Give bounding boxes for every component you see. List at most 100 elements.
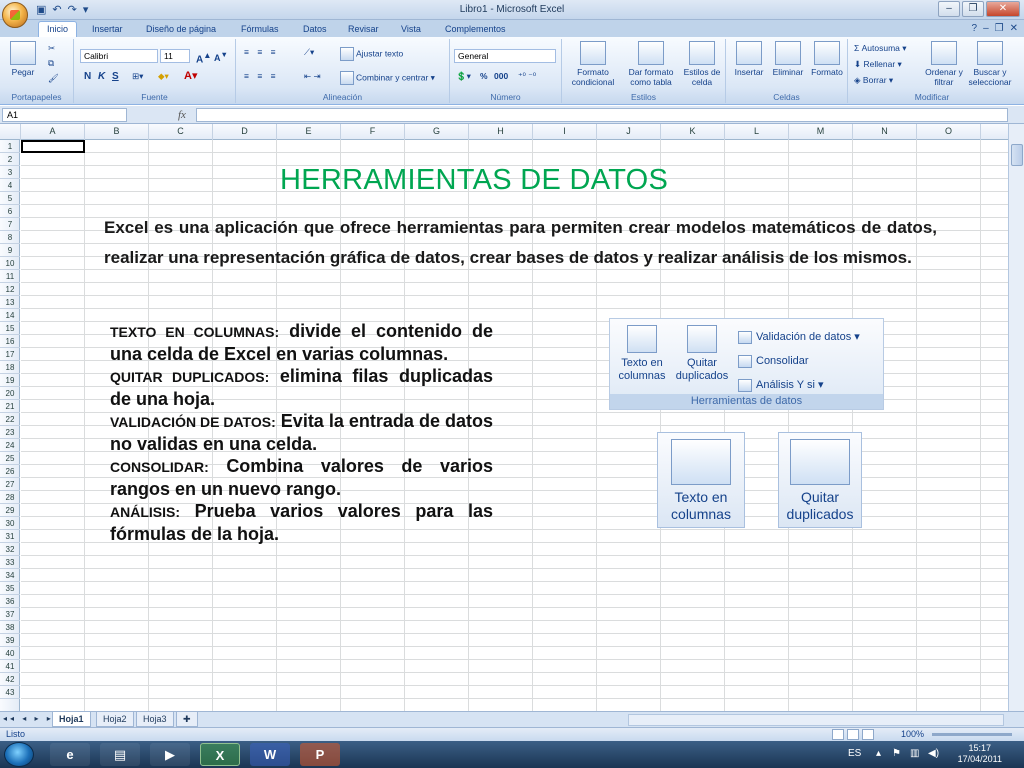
row-header[interactable]: 11 — [0, 270, 20, 283]
row-header[interactable]: 35 — [0, 582, 20, 595]
row-header[interactable]: 29 — [0, 504, 20, 517]
row-header[interactable]: 43 — [0, 686, 20, 699]
show-hidden-icons-icon[interactable]: ▴ — [876, 748, 881, 759]
row-header[interactable]: 2 — [0, 153, 20, 166]
font-size-select[interactable]: 11 — [160, 49, 190, 63]
row-header[interactable]: 7 — [0, 218, 20, 231]
row-header[interactable]: 13 — [0, 296, 20, 309]
format-cells-button[interactable]: Formato — [808, 41, 846, 77]
cut-icon[interactable]: ✂ — [48, 43, 55, 54]
row-header[interactable]: 38 — [0, 621, 20, 634]
wrap-text-button[interactable]: Ajustar texto — [340, 47, 403, 61]
row-header[interactable]: 3 — [0, 166, 20, 179]
row-header[interactable]: 30 — [0, 517, 20, 530]
column-header[interactable]: I — [533, 124, 597, 140]
column-header[interactable]: D — [213, 124, 277, 140]
fill-color-icon[interactable]: ◆▾ — [158, 71, 169, 82]
consolidate-button[interactable]: Consolidar — [738, 349, 860, 373]
column-header[interactable]: H — [469, 124, 533, 140]
excel-taskbar-icon[interactable]: X — [200, 743, 240, 766]
maximize-button[interactable]: ❐ — [962, 1, 984, 17]
column-header[interactable]: L — [725, 124, 789, 140]
tab-formulas[interactable]: Fórmulas — [233, 22, 287, 36]
data-validation-button[interactable]: Validación de datos ▾ — [738, 325, 860, 349]
close-button[interactable]: ✕ — [986, 1, 1020, 17]
insert-cells-button[interactable]: Insertar — [730, 41, 768, 77]
ribbon-restore-icon[interactable]: ❐ — [995, 23, 1004, 34]
select-all-corner[interactable] — [0, 124, 21, 140]
italic-button[interactable]: K — [98, 71, 105, 82]
text-to-columns-button[interactable]: Texto en columnas — [614, 325, 670, 383]
ribbon-close-icon[interactable]: ✕ — [1010, 23, 1018, 34]
row-header[interactable]: 27 — [0, 478, 20, 491]
font-color-icon[interactable]: A▾ — [184, 69, 197, 82]
column-header[interactable]: F — [341, 124, 405, 140]
volume-icon[interactable]: ◀) — [928, 748, 939, 759]
row-header[interactable]: 4 — [0, 179, 20, 192]
ie-icon[interactable]: e — [50, 743, 90, 766]
row-header[interactable]: 8 — [0, 231, 20, 244]
vertical-scrollbar[interactable] — [1008, 124, 1024, 712]
row-header[interactable]: 26 — [0, 465, 20, 478]
tab-insertar[interactable]: Insertar — [84, 22, 131, 36]
row-header[interactable]: 33 — [0, 556, 20, 569]
row-header[interactable]: 9 — [0, 244, 20, 257]
clock[interactable]: 15:17 17/04/2011 — [958, 743, 1002, 765]
row-header[interactable]: 15 — [0, 322, 20, 335]
row-header[interactable]: 41 — [0, 660, 20, 673]
language-indicator[interactable]: ES — [848, 748, 861, 759]
column-header[interactable]: J — [597, 124, 661, 140]
row-header[interactable]: 6 — [0, 205, 20, 218]
autosum-button[interactable]: Σ Autosuma ▾ — [854, 43, 907, 54]
delete-cells-button[interactable]: Eliminar — [768, 41, 808, 77]
borders-icon[interactable]: ⊞▾ — [132, 71, 143, 82]
column-header[interactable]: G — [405, 124, 469, 140]
row-header[interactable]: 5 — [0, 192, 20, 205]
remove-duplicates-button[interactable]: Quitar duplicados — [672, 325, 732, 383]
row-header[interactable]: 42 — [0, 673, 20, 686]
tab-inicio[interactable]: Inicio — [38, 21, 78, 37]
column-header[interactable]: O — [917, 124, 981, 140]
shrink-font-icon[interactable]: A▼ — [214, 50, 228, 63]
page-break-view-icon[interactable] — [862, 729, 874, 740]
grow-font-icon[interactable]: A▲ — [196, 50, 211, 65]
indent-icons[interactable]: ⇤ ⇥ — [304, 71, 321, 82]
copy-icon[interactable]: ⧉ — [48, 58, 54, 69]
clear-button[interactable]: ◈ Borrar ▾ — [854, 75, 893, 86]
merge-center-button[interactable]: Combinar y centrar ▾ — [340, 71, 435, 85]
vertical-align-icons[interactable]: ≡ ≡ ≡ — [244, 47, 279, 57]
sheet-tab-hoja1[interactable]: Hoja1 — [52, 712, 91, 727]
column-header[interactable]: N — [853, 124, 917, 140]
horizontal-scrollbar[interactable] — [628, 714, 1004, 726]
font-name-select[interactable]: Calibri — [80, 49, 158, 63]
underline-button[interactable]: S — [112, 71, 119, 82]
formula-input[interactable] — [196, 108, 1008, 122]
horizontal-align-icons[interactable]: ≡ ≡ ≡ — [244, 71, 279, 81]
row-header[interactable]: 14 — [0, 309, 20, 322]
row-header[interactable]: 22 — [0, 413, 20, 426]
sheet-tab-hoja2[interactable]: Hoja2 — [96, 712, 134, 727]
start-button[interactable] — [4, 742, 34, 767]
row-header[interactable]: 19 — [0, 374, 20, 387]
selected-cell-a1[interactable] — [21, 140, 85, 153]
media-player-icon[interactable]: ▶ — [150, 743, 190, 766]
word-taskbar-icon[interactable]: W — [250, 743, 290, 766]
row-header[interactable]: 37 — [0, 608, 20, 621]
action-center-flag-icon[interactable]: ⚑ — [892, 748, 901, 759]
tab-revisar[interactable]: Revisar — [340, 22, 387, 36]
number-format-select[interactable]: General — [454, 49, 556, 63]
tab-complementos[interactable]: Complementos — [437, 22, 514, 36]
row-header[interactable]: 39 — [0, 634, 20, 647]
column-header[interactable]: A — [21, 124, 85, 140]
row-header[interactable]: 1 — [0, 140, 20, 153]
normal-view-icon[interactable] — [832, 729, 844, 740]
cell-styles-button[interactable]: Estilos de celda — [680, 41, 724, 87]
thousands-button[interactable]: 000 — [494, 71, 508, 81]
row-header[interactable]: 40 — [0, 647, 20, 660]
page-layout-view-icon[interactable] — [847, 729, 859, 740]
row-header[interactable]: 32 — [0, 543, 20, 556]
row-header[interactable]: 31 — [0, 530, 20, 543]
column-header[interactable]: K — [661, 124, 725, 140]
row-header[interactable]: 20 — [0, 387, 20, 400]
tab-diseno-pagina[interactable]: Diseño de página — [138, 22, 224, 36]
